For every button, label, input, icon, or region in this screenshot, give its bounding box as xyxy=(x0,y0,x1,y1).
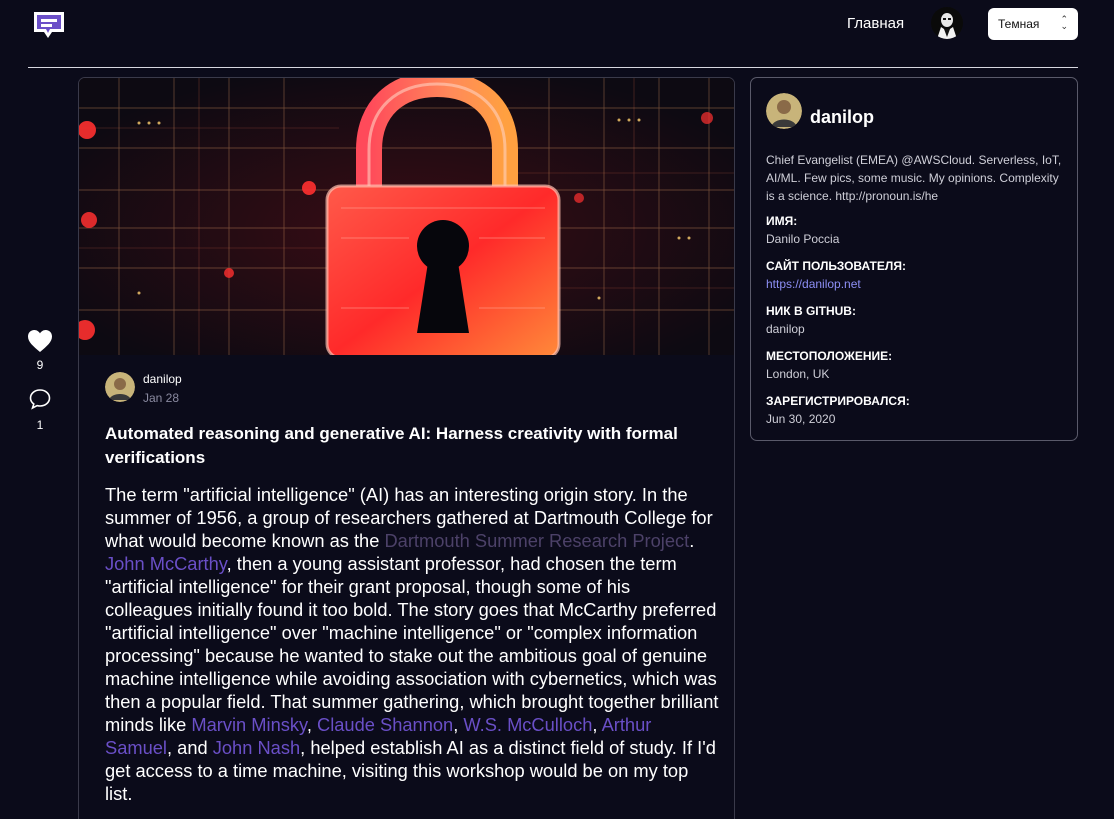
article-body: The term "artificial intelligence" (AI) … xyxy=(105,483,720,805)
link-ws-mcculloch[interactable]: W.S. McCulloch xyxy=(463,714,592,735)
header-divider xyxy=(28,67,1078,68)
article-card: danilop Jan 28 Automated reasoning and g… xyxy=(78,77,735,819)
article-title: Automated reasoning and generative AI: H… xyxy=(105,424,678,467)
body-text-separator: , xyxy=(453,714,464,735)
author-avatar[interactable] xyxy=(105,372,135,402)
field-label-name: ИМЯ: xyxy=(766,214,798,228)
field-label-location: МЕСТОПОЛОЖЕНИЕ: xyxy=(766,349,893,363)
body-text-separator: , xyxy=(592,714,602,735)
post-date: Jan 28 xyxy=(143,391,180,405)
field-value-github: danilop xyxy=(766,322,805,336)
profile-username[interactable]: danilop xyxy=(810,107,874,128)
link-dartmouth-summer-research-project[interactable]: Dartmouth Summer Research Project xyxy=(384,530,689,551)
body-text-separator: , xyxy=(306,714,317,735)
profile-avatar[interactable] xyxy=(766,93,802,129)
link-john-nash[interactable]: John Nash xyxy=(213,737,300,758)
body-text-segment: . xyxy=(689,530,695,551)
like-heart-icon[interactable] xyxy=(27,329,53,353)
nav-home-link[interactable]: Главная xyxy=(847,15,904,32)
site-logo-icon[interactable] xyxy=(32,10,66,40)
field-label-website: САЙТ ПОЛЬЗОВАТЕЛЯ: xyxy=(766,259,906,273)
link-marvin-minsky[interactable]: Marvin Minsky xyxy=(191,714,306,735)
author-name[interactable]: danilop xyxy=(143,372,182,386)
profile-card: danilop Chief Evangelist (EMEA) @AWSClou… xyxy=(750,77,1078,441)
link-john-mccarthy[interactable]: John McCarthy xyxy=(105,553,227,574)
theme-select[interactable]: Темная ⌃ ⌄ xyxy=(988,8,1078,40)
comment-bubble-icon[interactable] xyxy=(28,387,52,411)
field-value-location: London, UK xyxy=(766,367,830,381)
like-count: 9 xyxy=(36,358,44,372)
field-value-website-link[interactable]: https://danilop.net xyxy=(766,277,861,291)
body-text-segment: , then a young assistant professor, had … xyxy=(105,553,719,735)
field-value-name: Danilo Poccia xyxy=(766,232,840,246)
field-value-joined: Jun 30, 2020 xyxy=(766,412,836,426)
profile-bio: Chief Evangelist (EMEA) @AWSCloud. Serve… xyxy=(766,153,1062,203)
theme-select-value: Темная xyxy=(998,17,1040,31)
chevron-up-down-icon: ⌃ ⌄ xyxy=(1060,14,1068,31)
cover-image xyxy=(79,78,734,355)
comment-count: 1 xyxy=(36,418,44,432)
link-claude-shannon[interactable]: Claude Shannon xyxy=(317,714,453,735)
user-avatar[interactable] xyxy=(931,7,963,39)
top-bar: Главная Темная ⌃ ⌄ xyxy=(0,0,1114,66)
body-text-segment: , and xyxy=(167,737,213,758)
field-label-joined: ЗАРЕГИСТРИРОВАЛСЯ: xyxy=(766,394,910,408)
field-label-github: НИК В GITHUB: xyxy=(766,304,856,318)
